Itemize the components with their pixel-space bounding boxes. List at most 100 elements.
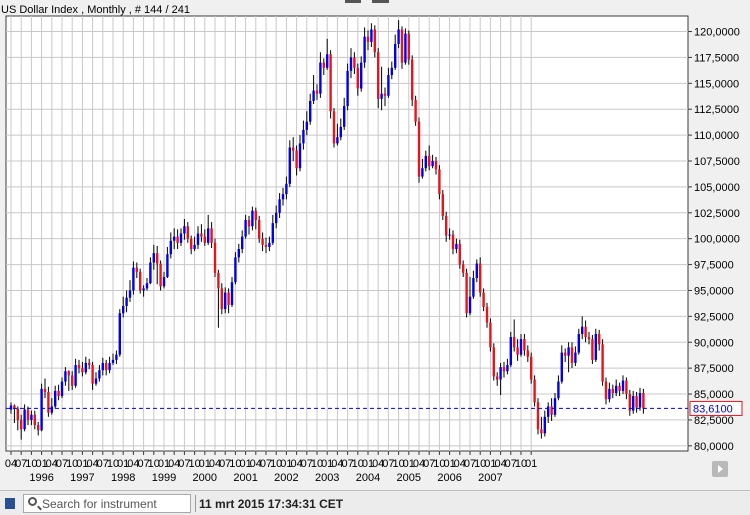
candle-body <box>139 271 142 291</box>
candle-body <box>54 390 57 407</box>
candle-body <box>458 243 461 265</box>
candle-body <box>451 234 455 250</box>
candle-body <box>496 376 499 380</box>
candle-body <box>43 388 47 392</box>
candle-body <box>360 62 363 89</box>
candle-body <box>207 228 210 243</box>
y-tick-label: 97,5000 <box>694 260 734 272</box>
candle-body <box>71 375 74 386</box>
candle-body <box>149 262 152 284</box>
candle-body <box>557 381 560 399</box>
status-divider <box>195 495 196 512</box>
x-year-label: 2007 <box>478 472 502 484</box>
candle-body <box>261 238 264 245</box>
candle-body <box>635 396 638 408</box>
candle-body <box>584 326 587 338</box>
candle-body <box>560 352 563 382</box>
candle-body <box>176 236 179 243</box>
y-tick-label: 100,0000 <box>694 234 740 246</box>
candle-body <box>251 210 254 227</box>
scroll-right-button[interactable] <box>712 461 728 477</box>
candle-body <box>550 406 553 415</box>
x-year-label: 1999 <box>152 472 176 484</box>
candle-body <box>220 288 223 310</box>
candle-body <box>601 344 604 382</box>
candle-body <box>50 406 53 413</box>
candle-body <box>118 313 121 355</box>
candle-body <box>315 90 319 94</box>
candle-body <box>278 199 281 213</box>
candle-body <box>506 365 509 372</box>
candle-body <box>74 365 77 386</box>
candle-body <box>598 333 601 345</box>
candle-body <box>373 29 376 53</box>
y-tick-label: 107,5000 <box>694 156 740 168</box>
candle-body <box>200 233 203 237</box>
candle-body <box>513 337 516 348</box>
candle-body <box>492 347 495 377</box>
candle-body <box>574 352 577 363</box>
candle-body <box>142 288 145 291</box>
candle-body <box>485 307 489 323</box>
candle-body <box>145 283 149 289</box>
candle-body <box>394 43 397 68</box>
candle-body <box>536 402 540 430</box>
candle-body <box>417 121 421 177</box>
candle-body <box>77 365 81 369</box>
candle-body <box>411 59 414 100</box>
search-icon <box>28 497 37 506</box>
candle-body <box>224 292 227 310</box>
y-tick-label: 95,0000 <box>694 285 734 297</box>
candle-body <box>567 347 570 356</box>
candle-body <box>217 272 220 289</box>
candle-body <box>40 388 43 431</box>
candle-body <box>428 155 431 167</box>
candle-body <box>234 257 237 283</box>
candle-body <box>156 253 159 264</box>
candle-body <box>179 233 183 243</box>
candle-body <box>247 220 251 227</box>
candle-body <box>162 277 166 287</box>
x-year-label: 2000 <box>193 472 217 484</box>
candle-body <box>424 155 427 169</box>
candle-body <box>468 296 472 314</box>
candle-body <box>543 416 546 434</box>
candle-body <box>434 161 438 170</box>
candle-body <box>288 147 291 184</box>
y-tick-label: 120,0000 <box>694 27 740 39</box>
x-year-label: 2005 <box>397 472 421 484</box>
y-tick-label: 110,0000 <box>694 130 739 142</box>
search-input[interactable] <box>42 496 188 511</box>
search-box[interactable] <box>23 494 191 513</box>
candle-body <box>305 121 308 130</box>
candle-body <box>377 52 380 99</box>
chart[interactable]: 80,0000 82,5000 85,0000 87,5000 90,0000 92,50… <box>0 0 750 490</box>
candle-body <box>9 405 13 410</box>
candle-body <box>400 29 404 63</box>
candle-body <box>604 381 608 400</box>
candle-body <box>23 409 26 430</box>
candle-body <box>292 147 295 151</box>
candle-body <box>241 236 244 250</box>
candle-body <box>472 278 475 297</box>
candle-body <box>577 333 580 353</box>
candle-body <box>122 306 125 314</box>
candle-body <box>570 347 574 363</box>
candle-body <box>309 100 312 122</box>
candle-body <box>326 54 329 68</box>
candle-body <box>621 380 625 391</box>
y-tick-label: 102,5000 <box>694 208 740 220</box>
candle-body <box>608 388 611 400</box>
candle-body <box>479 263 482 293</box>
candle-body <box>271 223 274 243</box>
candle-body <box>615 385 618 393</box>
candle-body <box>16 408 19 420</box>
window-tab-1[interactable] <box>345 0 361 3</box>
candle-body <box>346 70 349 107</box>
x-year-label: 1997 <box>70 472 94 484</box>
candle-body <box>94 378 98 384</box>
window-tab-2[interactable] <box>372 0 389 3</box>
candle-body <box>353 57 356 68</box>
candle-body <box>564 352 567 356</box>
candle-body <box>370 29 373 42</box>
